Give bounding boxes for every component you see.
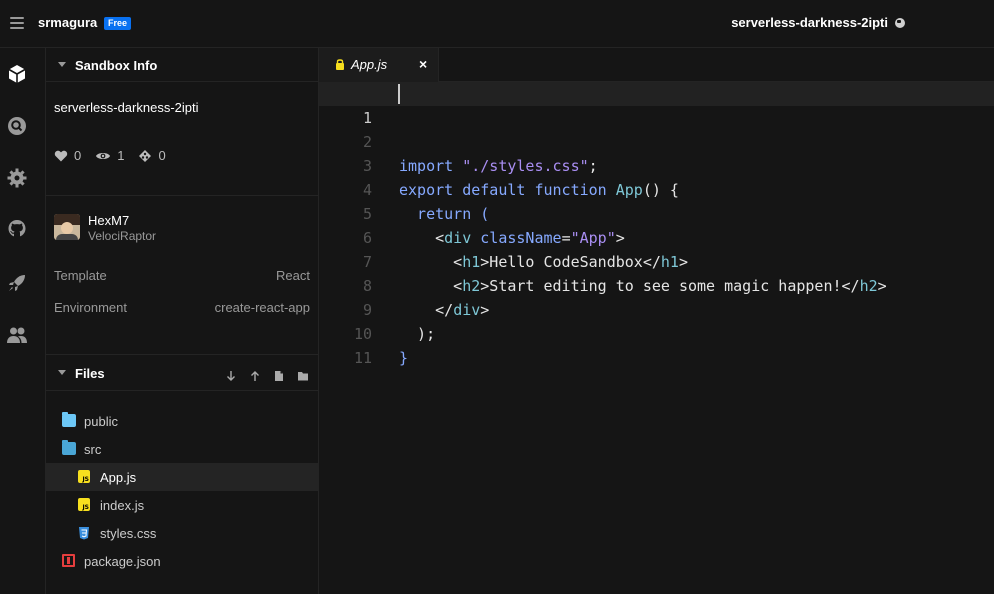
- username[interactable]: srmagura: [38, 15, 97, 30]
- js-file-icon: [336, 59, 344, 70]
- code-area[interactable]: 1 import "./styles.css"; 2 3 export defa…: [319, 82, 994, 594]
- code-line: 1 import "./styles.css";: [319, 82, 994, 175]
- close-icon[interactable]: ×: [419, 56, 427, 72]
- code-line: 7 <h2>Start editing to see some magic ha…: [319, 226, 994, 295]
- avatar[interactable]: [54, 214, 80, 240]
- views-stat: 1: [95, 148, 124, 163]
- top-bar: srmagura Free serverless-darkness-2ipti: [0, 0, 994, 48]
- file-name: src: [84, 442, 102, 457]
- file-name: styles.css: [100, 526, 157, 541]
- caret-down-icon: [58, 62, 66, 67]
- sandbox-stats: 0 1 0: [54, 148, 180, 163]
- gear-icon[interactable]: [6, 167, 28, 189]
- new-folder-icon[interactable]: [297, 370, 309, 382]
- code-token: }: [399, 349, 409, 367]
- files-actions: [213, 370, 309, 382]
- likes-stat: 0: [54, 148, 81, 163]
- file-row-src[interactable]: src: [46, 435, 319, 463]
- section-title: Files: [75, 366, 105, 381]
- folder-icon: [62, 412, 76, 427]
- heart-icon: [54, 150, 68, 161]
- sandbox-name[interactable]: serverless-darkness-2ipti: [54, 100, 199, 115]
- divider: [46, 195, 319, 196]
- new-file-icon[interactable]: [273, 370, 285, 382]
- template-value: React: [276, 268, 310, 283]
- forks-stat: 0: [138, 148, 166, 163]
- author-name[interactable]: HexM7: [88, 213, 129, 228]
- files-header[interactable]: Files: [46, 355, 319, 391]
- tab-app-js[interactable]: App.js ×: [319, 48, 439, 82]
- author-subtitle: VelociRaptor: [88, 229, 157, 243]
- views-count: 1: [117, 148, 125, 163]
- forks-count: 0: [158, 148, 166, 163]
- text-cursor: [398, 84, 400, 104]
- file-row-styles-css[interactable]: styles.css: [46, 519, 319, 547]
- code-editor: App.js × 1 import "./styles.css"; 2 3 ex…: [319, 48, 994, 594]
- search-icon[interactable]: [6, 115, 28, 137]
- file-row-public[interactable]: public: [46, 407, 319, 435]
- users-icon[interactable]: [6, 324, 28, 346]
- fork-icon: [139, 149, 152, 162]
- likes-count: 0: [74, 148, 82, 163]
- code-line: 11: [319, 322, 994, 367]
- sandbox-info-header[interactable]: Sandbox Info: [46, 48, 319, 82]
- js-file-icon: JS: [78, 498, 90, 511]
- line-number: 11: [353, 349, 372, 367]
- tab-label: App.js: [351, 57, 388, 72]
- sidebar: Sandbox Info serverless-darkness-2ipti 0…: [46, 48, 319, 594]
- globe-icon[interactable]: [895, 18, 905, 28]
- eye-icon: [96, 152, 111, 159]
- code-line: 3 export default function App() {: [319, 130, 994, 199]
- code-line: 8 </div>: [319, 250, 994, 319]
- activity-bar: [0, 48, 46, 594]
- plan-badge: Free: [104, 17, 132, 30]
- file-name: index.js: [100, 498, 145, 513]
- sandbox-title[interactable]: serverless-darkness-2ipti: [731, 15, 888, 30]
- code-line: 2: [319, 106, 994, 151]
- folder-open-icon: [62, 440, 76, 455]
- template-label: Template: [54, 268, 107, 283]
- file-name: App.js: [100, 470, 137, 485]
- file-row-package-json[interactable]: package.json: [46, 547, 319, 575]
- code-line: 10 }: [319, 298, 994, 367]
- upload-icon[interactable]: [249, 370, 261, 382]
- code-line: 5 <div className="App">: [319, 178, 994, 247]
- tab-bar: App.js ×: [319, 48, 994, 82]
- rocket-icon[interactable]: [6, 272, 28, 294]
- file-row-index-js[interactable]: JS index.js: [46, 491, 319, 519]
- file-name: public: [84, 414, 118, 429]
- environment-label: Environment: [54, 300, 127, 315]
- file-name: package.json: [84, 554, 161, 569]
- section-title: Sandbox Info: [75, 58, 158, 73]
- code-line: 9 );: [319, 274, 994, 343]
- js-file-icon: JS: [78, 470, 90, 483]
- github-icon[interactable]: [6, 218, 28, 240]
- caret-down-icon: [58, 370, 66, 375]
- menu-icon[interactable]: [10, 17, 24, 29]
- environment-value: create-react-app: [214, 300, 310, 315]
- code-line: 4 return (: [319, 154, 994, 223]
- cube-icon[interactable]: [6, 63, 28, 85]
- code-line: 6 <h1>Hello CodeSandbox</h1>: [319, 202, 994, 271]
- css-file-icon: [77, 526, 91, 540]
- npm-package-icon: [62, 554, 75, 567]
- file-row-app-js[interactable]: JS App.js: [46, 463, 319, 491]
- download-icon[interactable]: [225, 370, 237, 382]
